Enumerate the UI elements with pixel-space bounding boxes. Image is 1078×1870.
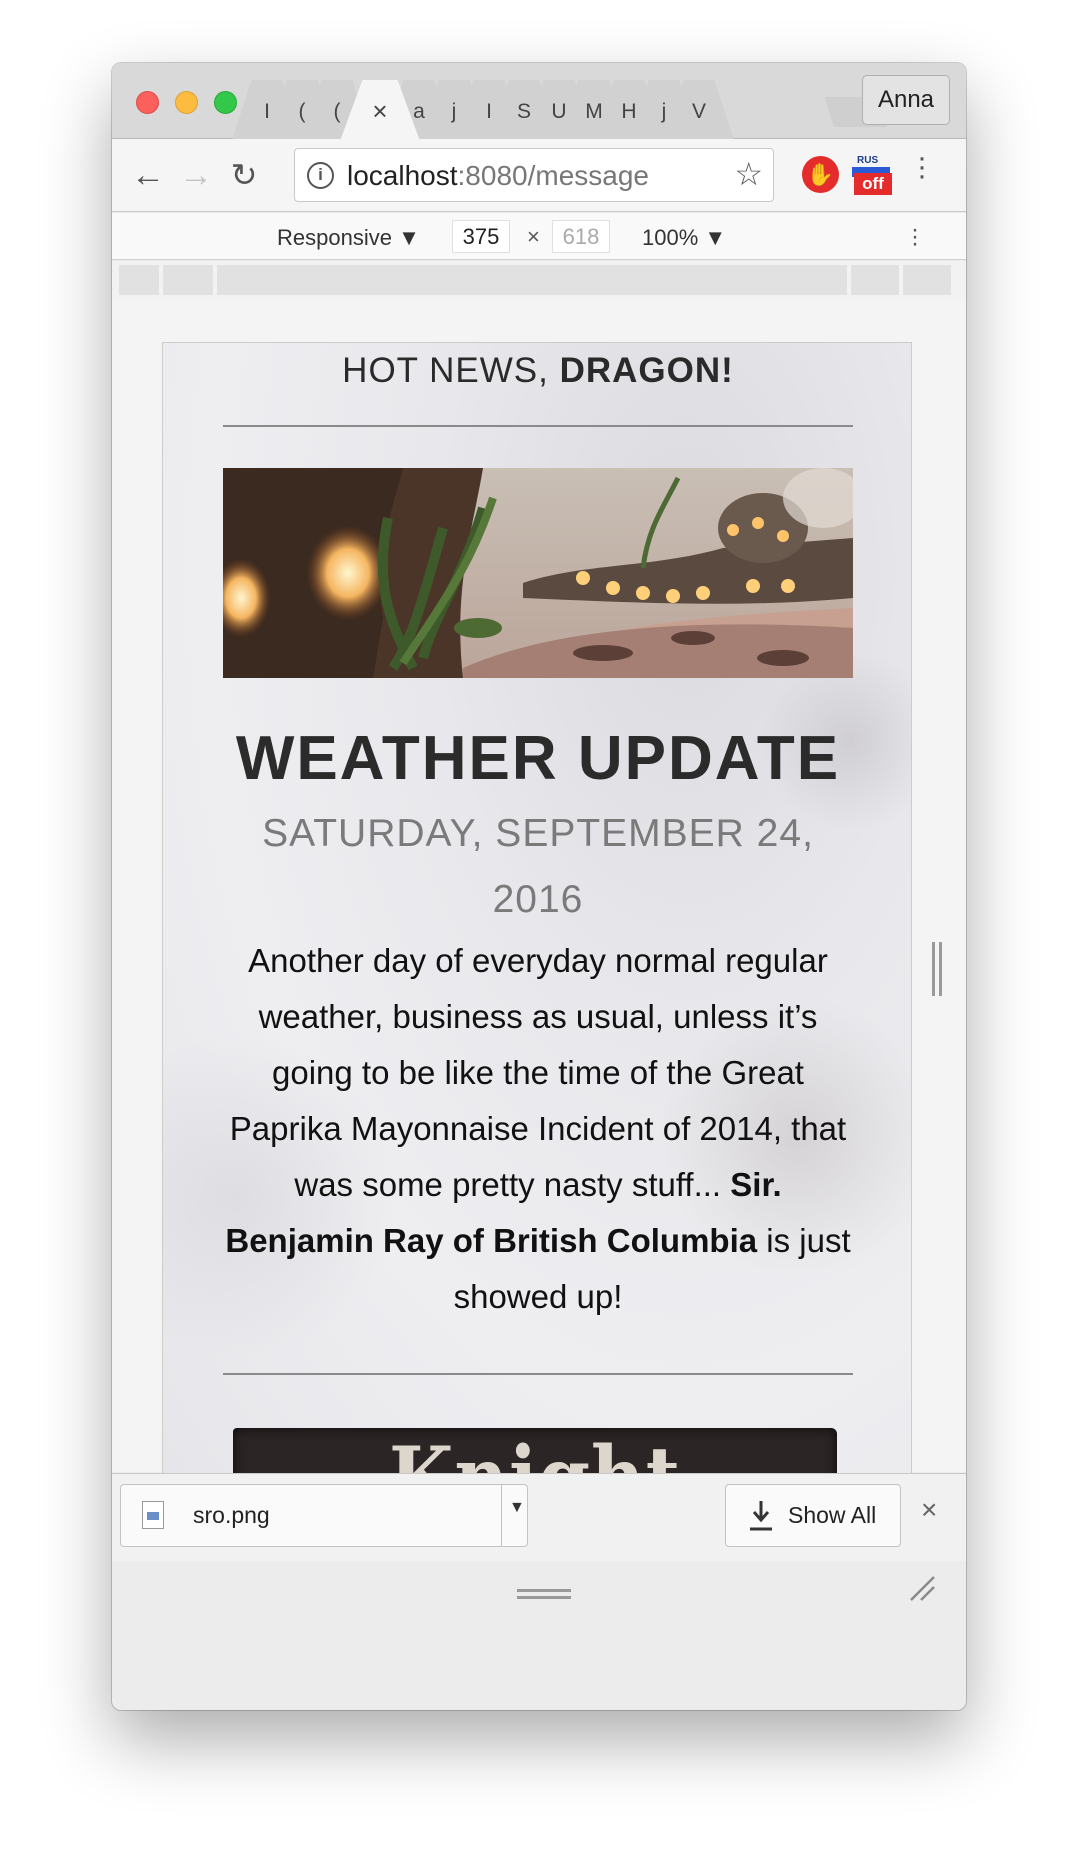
address-bar[interactable]: i localhost:8080/message ☆: [294, 148, 774, 202]
download-item[interactable]: sro.png ▼: [120, 1484, 528, 1547]
emulated-device-page[interactable]: HOT NEWS, DRAGON! WEATHER UPDATE SATURDA…: [162, 342, 912, 1480]
url-text: localhost:8080/message: [347, 160, 649, 191]
show-all-downloads-button[interactable]: Show All: [725, 1484, 901, 1547]
fantasy-village-banner-image: [223, 468, 853, 678]
info-icon[interactable]: i: [307, 162, 334, 189]
download-shelf: sro.png ▼ Show All ×: [112, 1473, 966, 1561]
bookmark-star-icon[interactable]: ☆: [734, 155, 763, 193]
media-query-bar: [112, 261, 966, 299]
greeting-heading: HOT NEWS, DRAGON!: [342, 351, 734, 390]
media-query-segment[interactable]: [851, 265, 899, 295]
media-query-segment[interactable]: [903, 265, 951, 295]
rus-off-extension-icon[interactable]: RUS off: [852, 155, 892, 197]
device-toolbar: Responsive ▼ 375 × 618 100% ▼ · · ·: [112, 213, 966, 260]
close-window-button[interactable]: [136, 91, 159, 114]
device-width-input[interactable]: 375: [452, 220, 510, 253]
browser-toolbar: ← → ↻ i localhost:8080/message ☆ ✋ RUS o…: [112, 139, 966, 212]
download-icon: [750, 1501, 772, 1531]
headline: WEATHER UPDATE: [235, 724, 841, 793]
download-file-name: sro.png: [193, 1502, 270, 1528]
divider: [223, 425, 853, 427]
minimize-window-button[interactable]: [175, 91, 198, 114]
tab-strip: I ( ( × a j I S U M H j V Anna: [112, 63, 966, 141]
forward-arrow-icon[interactable]: →: [176, 155, 216, 195]
image-file-icon: [142, 1501, 164, 1529]
height-resize-handle[interactable]: [517, 1589, 571, 1601]
article-body: Another day of everyday normal regular w…: [225, 942, 851, 1315]
device-mode-select[interactable]: Responsive ▼: [277, 225, 420, 251]
back-arrow-icon[interactable]: ←: [128, 155, 168, 195]
zoom-select[interactable]: 100% ▼: [642, 225, 726, 251]
media-query-segment[interactable]: [163, 265, 213, 295]
divider: [223, 1373, 853, 1375]
dateline: SATURDAY, SEPTEMBER 24, 2016: [262, 812, 814, 921]
corner-resize-handle[interactable]: [907, 1573, 937, 1603]
media-query-segment[interactable]: [119, 265, 159, 295]
dimension-separator: ×: [527, 224, 540, 249]
browser-menu-icon[interactable]: · · ·: [917, 143, 927, 191]
browser-window: I ( ( × a j I S U M H j V Anna ← → ↻ i l…: [112, 63, 966, 1710]
zoom-window-button[interactable]: [214, 91, 237, 114]
close-shelf-icon[interactable]: ×: [921, 1494, 937, 1526]
download-options-caret-icon[interactable]: ▼: [509, 1499, 525, 1517]
width-resize-handle[interactable]: [932, 942, 944, 996]
profile-button[interactable]: Anna: [862, 75, 950, 125]
reload-icon[interactable]: ↻: [224, 155, 264, 195]
adblock-hand-icon[interactable]: ✋: [802, 156, 839, 193]
device-toolbar-menu-icon[interactable]: · · ·: [910, 218, 920, 256]
device-height-input[interactable]: 618: [552, 220, 610, 253]
emulated-viewport-area: HOT NEWS, DRAGON! WEATHER UPDATE SATURDA…: [112, 299, 966, 1601]
media-query-segment[interactable]: [217, 265, 847, 295]
